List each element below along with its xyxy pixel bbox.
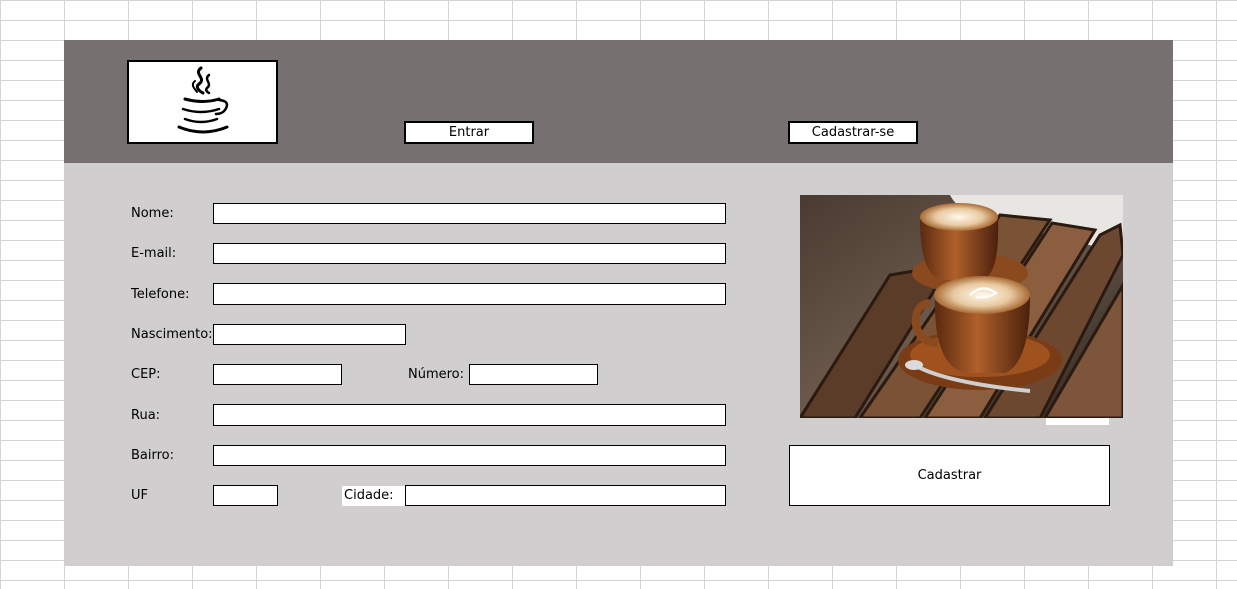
bairro-field[interactable] [213,445,726,466]
telefone-field[interactable] [213,283,726,305]
java-coffee-cup-icon [177,66,228,134]
bairro-label: Bairro: [131,448,175,463]
cadastrar-se-button-label: Cadastrar-se [811,125,895,140]
nascimento-field[interactable] [213,324,406,345]
entrar-button-label: Entrar [448,125,490,140]
cep-field[interactable] [213,364,342,385]
logo-box[interactable] [127,60,278,144]
rua-field[interactable] [213,404,726,426]
uf-label: UF [131,488,148,503]
cep-label: CEP: [131,367,161,382]
cadastrar-button[interactable]: Cadastrar [789,445,1110,506]
cadastrar-se-button[interactable]: Cadastrar-se [788,121,918,144]
cidade-label: Cidade: [342,486,405,506]
nascimento-label: Nascimento: [131,327,213,342]
cell-highlight [1046,418,1109,425]
entrar-button[interactable]: Entrar [404,121,534,144]
nome-label: Nome: [131,206,174,221]
email-field[interactable] [213,243,726,264]
nome-field[interactable] [213,203,726,224]
numero-label: Número: [408,367,465,382]
numero-field[interactable] [469,364,598,385]
coffee-photo [800,195,1123,418]
rua-label: Rua: [131,408,161,423]
cidade-field[interactable] [405,485,726,506]
email-label: E-mail: [131,246,177,261]
telefone-label: Telefone: [131,287,190,302]
uf-field[interactable] [213,485,278,506]
cadastrar-button-label: Cadastrar [917,468,982,483]
